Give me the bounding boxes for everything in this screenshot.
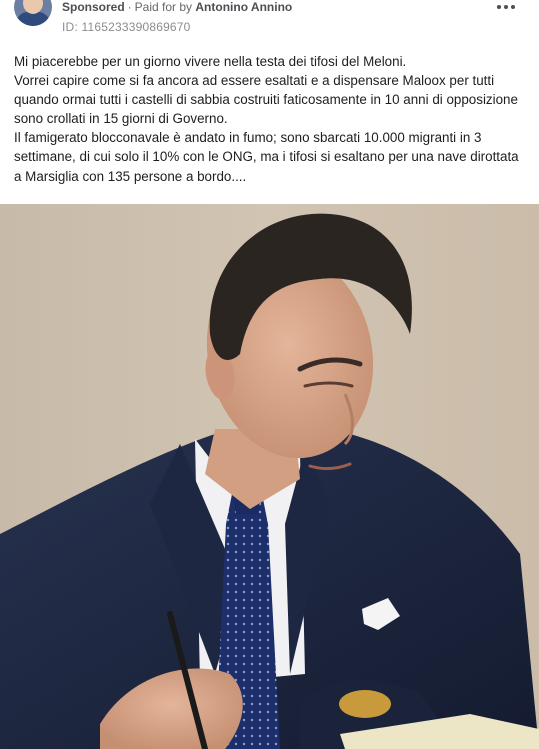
more-options-button[interactable] [491,0,521,16]
post-message: Mi piacerebbe per un giorno vivere nella… [14,52,529,186]
post-paragraph: Il famigerato blocconavale è andato in f… [14,130,519,184]
sponsored-label: Sponsored [62,0,125,14]
sponsored-post: Sponsored · Paid for by Antonino Annino ID… [0,0,539,749]
advertiser-avatar[interactable] [14,0,52,26]
advertiser-name[interactable]: Antonino Annino [195,0,292,14]
post-paragraph: Mi piacerebbe per un giorno vivere nella… [14,54,407,69]
library-id: ID: 1165233390869670 [62,20,191,34]
sponsored-meta: Sponsored · Paid for by Antonino Annino [62,0,292,14]
paid-for-label: Paid for by [134,0,193,14]
meta-separator: · [127,0,132,14]
post-header: Sponsored · Paid for by Antonino Annino ID… [0,0,539,40]
man-signing-document-image [0,204,539,749]
post-photo[interactable] [0,204,539,749]
more-horizontal-icon [497,5,515,9]
post-paragraph: Vorrei capire come si fa ancora ad esser… [14,73,518,127]
